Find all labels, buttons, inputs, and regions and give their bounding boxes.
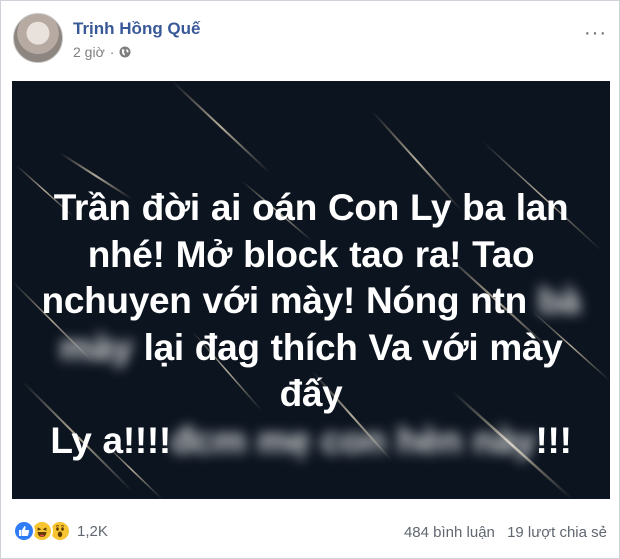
reactions-summary[interactable]: 1,2K	[13, 520, 108, 542]
caption-line-3-text: nchuyen với mày! Nóng ntn	[41, 280, 528, 321]
share-count[interactable]: 19 lượt chia sẻ	[507, 524, 607, 541]
author-name[interactable]: Trịnh Hồng Quế	[73, 19, 201, 39]
blurred-word: mày	[59, 326, 133, 368]
reaction-count[interactable]: 1,2K	[77, 523, 108, 540]
post-footer: 1,2K 484 bình luận 19 lượt chia sẻ	[13, 517, 607, 549]
image-caption-text: Trần đời ai oán Con Ly ba lan nhé! Mở bl…	[32, 185, 590, 464]
caption-line-5: Ly a!!!!đcm mẹ con hèn này!!!	[32, 418, 590, 465]
post-time[interactable]: 2 giờ	[73, 44, 105, 60]
meta-separator: ·	[109, 44, 115, 60]
caption-line-5-start: Ly a!!!!	[50, 419, 171, 461]
post-header: Trịnh Hồng Quế 2 giờ · ···	[13, 13, 607, 69]
caption-line-5-end: !!!	[535, 419, 572, 461]
caption-line-4: mày lại đag thích Va với mày đấy	[32, 325, 590, 418]
comment-count[interactable]: 484 bình luận	[404, 524, 495, 541]
caption-line-4-text: lại đag thích Va với mày đấy	[143, 326, 563, 415]
blurred-phrase: đcm mẹ con hèn này	[170, 419, 536, 461]
post-meta: 2 giờ ·	[73, 44, 131, 60]
caption-line-1: Trần đời ai oán Con Ly ba lan	[53, 187, 569, 228]
engagement-stats: 484 bình luận 19 lượt chia sẻ	[404, 524, 607, 541]
caption-line-2: nhé! Mở block tao ra! Tao	[87, 233, 535, 275]
post-image[interactable]: Trần đời ai oán Con Ly ba lan nhé! Mở bl…	[12, 81, 610, 499]
post-card: Trịnh Hồng Quế 2 giờ · ··· Trần đời ai o…	[0, 0, 620, 559]
globe-icon[interactable]	[119, 46, 131, 58]
caption-line-3: nchuyen với mày! Nóng ntn bà	[32, 278, 590, 325]
avatar[interactable]	[13, 13, 63, 63]
blurred-word: bà	[537, 280, 581, 321]
more-options-icon[interactable]: ···	[584, 23, 607, 43]
like-icon	[13, 520, 35, 542]
